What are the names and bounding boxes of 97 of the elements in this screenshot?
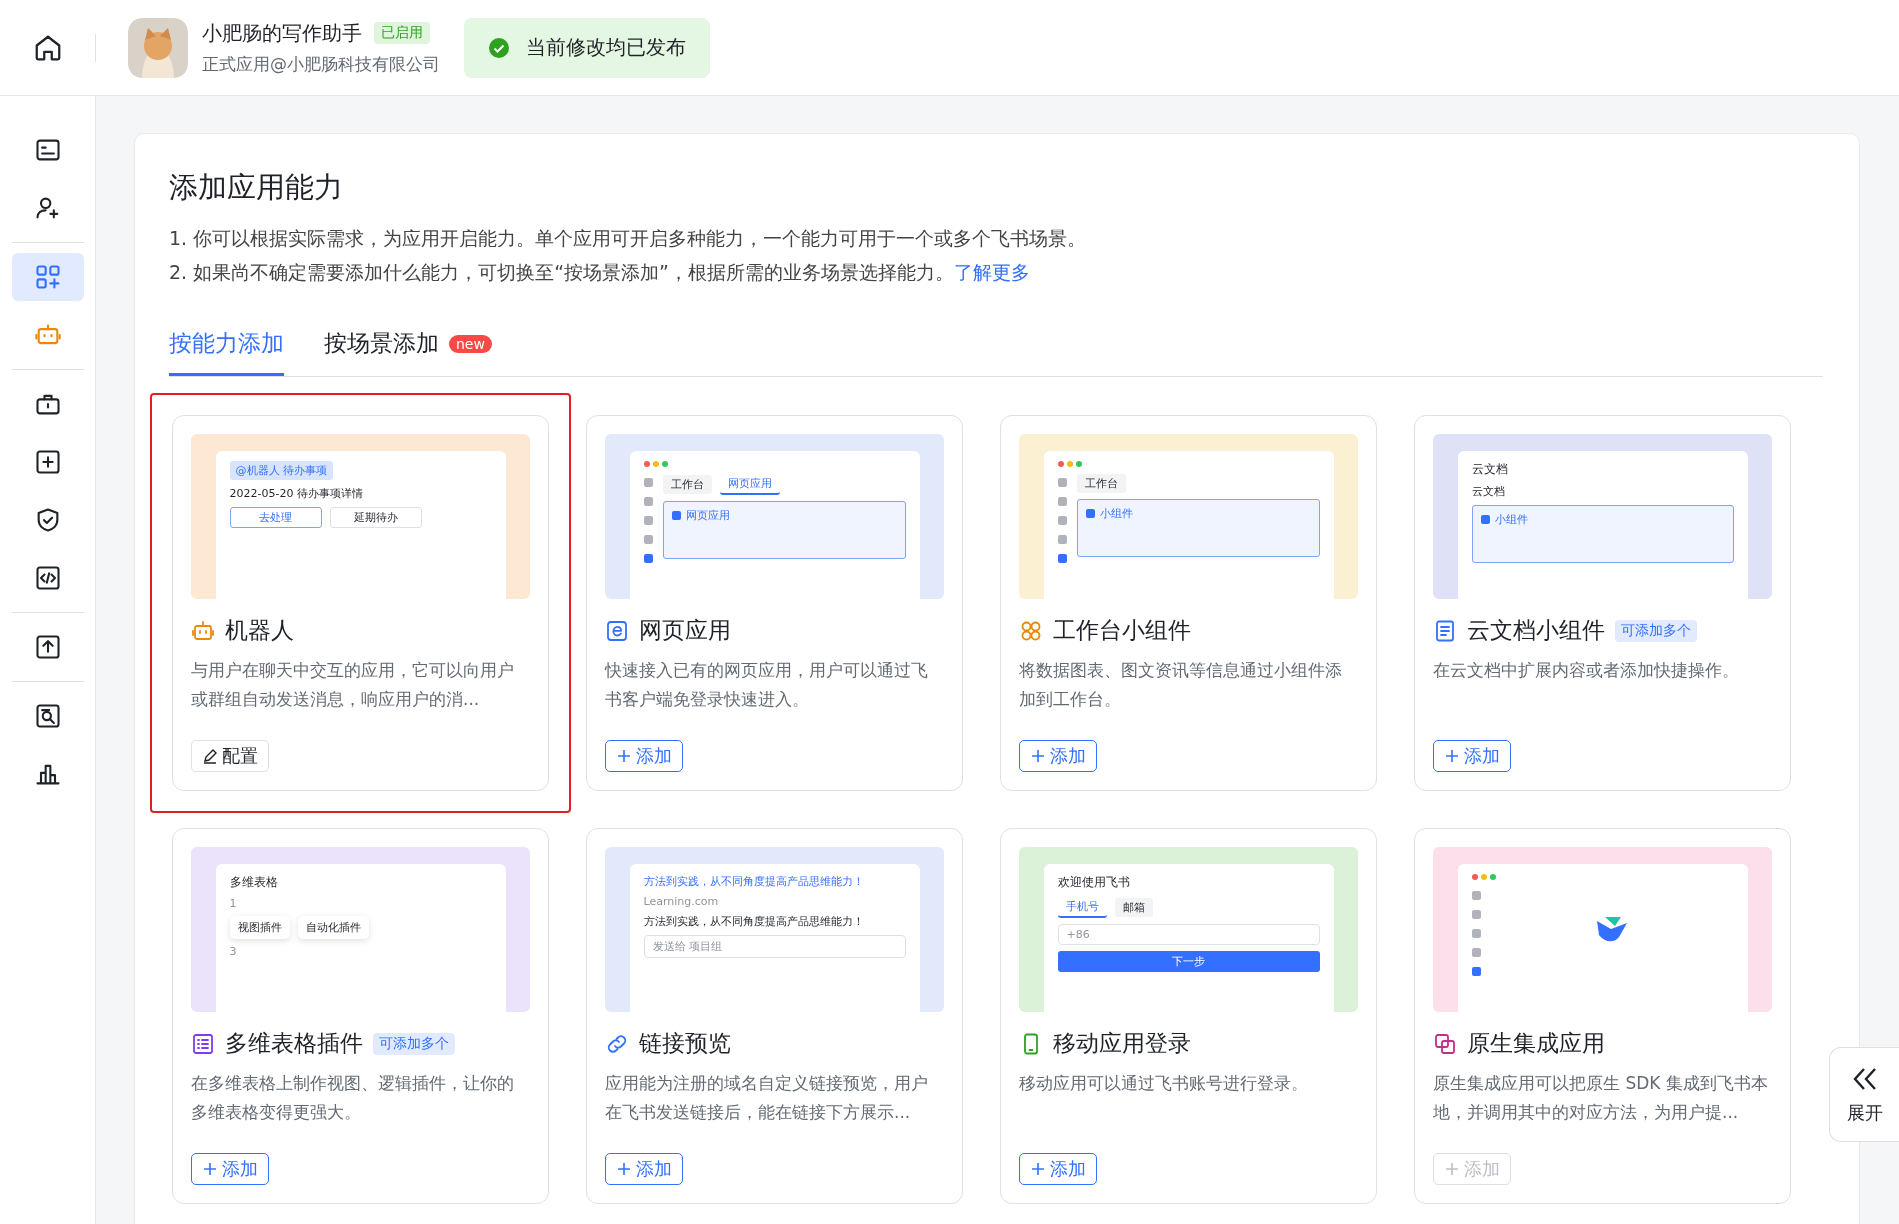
- card-description: 快速接入已有的网页应用，用户可以通过飞书客户端免登录快速进入。: [605, 659, 929, 711]
- grid-icon: [33, 263, 62, 291]
- preview-tab: 工作台: [1076, 474, 1126, 493]
- card-description: 在多维表格上制作视图、逻辑插件，让你的多维表格变得更强大。: [191, 1072, 515, 1124]
- new-badge: new: [449, 334, 492, 353]
- card-title: 多维表格插件: [225, 1029, 363, 1058]
- capability-card[interactable]: 工作台 小组件 工作台小组件 将数据图表、图文资讯等信息通过小组件添加到工作台。 添加: [1000, 415, 1377, 791]
- card-description: 与用户在聊天中交互的应用，它可以向用户或群组自动发送消息，响应用户的消...: [191, 659, 515, 711]
- square-icon: [1085, 509, 1095, 518]
- preview-tab: 工作台: [662, 475, 712, 494]
- plus-icon: [1030, 1161, 1046, 1177]
- multiple-badge: 可添加多个: [373, 1032, 455, 1055]
- mention-chip: @机器人 待办事项: [229, 461, 333, 480]
- preview-title: 云文档: [1471, 461, 1508, 478]
- window-controls-icon: [1057, 461, 1082, 467]
- card-description: 原生集成应用可以把原生 SDK 集成到飞书本地，并调用其中的对应方法，为用户提...: [1433, 1072, 1769, 1124]
- card-title: 原生集成应用: [1467, 1029, 1605, 1058]
- widget-label: 小组件: [1099, 506, 1133, 521]
- instruction-text: 2. 如果尚不确定需要添加什么能力，可切换至“按场景添加”，根据所需的业务场景选择能力。了解更多: [169, 260, 1031, 285]
- tab[interactable]: 按场景添加 new: [324, 322, 492, 376]
- capability-card[interactable]: 方法到实践，从不同角度提高产品思维能力！ Learning.com 方法到实践，从不同角度提高产品思维能力！ 发送给 项目组 链接预览 应用能为注册的域名自定义链接预览，用户在飞书发送链接后，能在链接下方展示... 添加: [586, 828, 963, 1204]
- plugin-tile: 视图插件: [229, 916, 290, 939]
- preview-button: 去处理: [229, 507, 322, 528]
- preview-input: 发送给 项目组: [643, 935, 906, 958]
- card-title: 网页应用: [639, 616, 731, 645]
- card-description: 移动应用可以通过飞书账号进行登录。: [1019, 1072, 1309, 1095]
- plugin-tile: 自动化插件: [297, 916, 369, 939]
- plus-icon: [616, 748, 632, 764]
- preview-text: 方法到实践，从不同角度提高产品思维能力！: [643, 914, 864, 929]
- card-title: 机器人: [225, 616, 294, 645]
- page-title: 添加应用能力: [169, 169, 344, 206]
- learn-more-link[interactable]: 了解更多: [953, 261, 1030, 283]
- preview-tab: 手机号: [1057, 897, 1107, 918]
- preview-label: Learning.com: [643, 895, 719, 908]
- card-title: 链接预览: [639, 1029, 731, 1058]
- expand-button[interactable]: 展开: [1829, 1047, 1899, 1142]
- preview-title: 欢迎使用飞书: [1057, 874, 1130, 891]
- window-controls-icon: [1471, 874, 1496, 880]
- widget-label: 网页应用: [685, 508, 730, 523]
- preview-label: 3: [229, 945, 237, 958]
- widget-label: 小组件: [1494, 512, 1528, 527]
- preview-button: 延期待办: [329, 507, 422, 528]
- card-title: 工作台小组件: [1053, 616, 1191, 645]
- capability-card[interactable]: 多维表格 1 视图插件 自动化插件 3 多维表格插件 可添加多个 在多维表格上制作视图、逻辑插件，让你的多维表格变得更强大。 添加: [172, 828, 549, 1204]
- edit-icon: [202, 748, 218, 764]
- add-button[interactable]: 添加: [605, 740, 683, 772]
- card-title: 移动应用登录: [1053, 1029, 1191, 1058]
- preview-text: 云文档: [1471, 484, 1505, 499]
- add-square-icon: [33, 448, 62, 476]
- tab[interactable]: 按能力添加: [169, 322, 284, 376]
- upload-icon: [33, 633, 62, 661]
- squares-icon: [1433, 1031, 1457, 1056]
- table-icon: [191, 1031, 215, 1056]
- app-subtitle: 正式应用@小肥肠科技有限公司: [202, 52, 440, 76]
- publish-status-text: 当前修改均已发布: [526, 34, 686, 61]
- check-circle-icon: [488, 36, 510, 59]
- card-description: 将数据图表、图文资讯等信息通过小组件添加到工作台。: [1019, 659, 1343, 711]
- card-title: 云文档小组件: [1467, 616, 1605, 645]
- preview-next-button: 下一步: [1057, 951, 1320, 972]
- card-description: 应用能为注册的域名自定义链接预览，用户在飞书发送链接后，能在链接下方展示...: [605, 1072, 929, 1124]
- add-button[interactable]: 添加: [1019, 1153, 1097, 1185]
- square-icon: [671, 511, 681, 520]
- search-doc-icon: [33, 702, 62, 730]
- cat-avatar: [128, 17, 188, 78]
- code-icon: [33, 564, 62, 592]
- add-button[interactable]: 添加: [1433, 740, 1511, 772]
- document-icon: [1433, 618, 1457, 643]
- capability-card[interactable]: 工作台 网页应用 网页应用 网页应用 快速接入已有的网页应用，用户可以通过飞书客户端免登录快速进入。 添加: [586, 415, 963, 791]
- configure-button[interactable]: 配置: [191, 740, 269, 772]
- bird-logo-icon: [1595, 915, 1629, 943]
- app-name: 小肥肠的写作助手: [202, 19, 362, 47]
- add-button[interactable]: 添加: [191, 1153, 269, 1185]
- plus-icon: [616, 1161, 632, 1177]
- preview-input: +86: [1057, 924, 1320, 945]
- preview-tab: 邮箱: [1114, 898, 1153, 917]
- capability-card[interactable]: 云文档 云文档 小组件 云文档小组件 可添加多个 在云文档中扩展内容或者添加快捷操作。 添加: [1414, 415, 1791, 791]
- add-button[interactable]: 添加: [1019, 740, 1097, 772]
- plus-icon: [1444, 1161, 1460, 1177]
- plus-icon: [202, 1161, 218, 1177]
- web-icon: [605, 618, 629, 643]
- preview-title: 多维表格: [229, 874, 278, 891]
- add-button[interactable]: 添加: [605, 1153, 683, 1185]
- capability-card[interactable]: 欢迎使用飞书 手机号 邮箱 +86 下一步 移动应用登录 移动应用可以通过飞书账号进行登录。 添加: [1000, 828, 1377, 1204]
- status-badge: 已启用: [374, 22, 430, 44]
- plus-icon: [1030, 748, 1046, 764]
- robot-icon: [191, 618, 215, 643]
- preview-label: 1: [229, 897, 237, 910]
- multiple-badge: 可添加多个: [1615, 619, 1697, 642]
- square-icon: [1480, 515, 1490, 524]
- preview-text: 2022-05-20 待办事项详情: [229, 486, 363, 501]
- window-controls-icon: [643, 461, 668, 467]
- plus-icon: [1444, 748, 1460, 764]
- preview-link: 方法到实践，从不同角度提高产品思维能力！: [643, 874, 864, 889]
- capability-card[interactable]: @机器人 待办事项 2022-05-20 待办事项详情 去处理 延期待办 机器人 与用户在聊天中交互的应用，它可以向用户或群组自动发送消息，响应用户的消... 配置: [172, 415, 549, 791]
- instruction-text: 1. 你可以根据实际需求，为应用开启能力。单个应用可开启多种能力，一个能力可用于一个或多个飞书场景。: [169, 226, 1088, 251]
- preview-tab: 网页应用: [719, 474, 780, 495]
- card-description: 在云文档中扩展内容或者添加快捷操作。: [1433, 659, 1740, 682]
